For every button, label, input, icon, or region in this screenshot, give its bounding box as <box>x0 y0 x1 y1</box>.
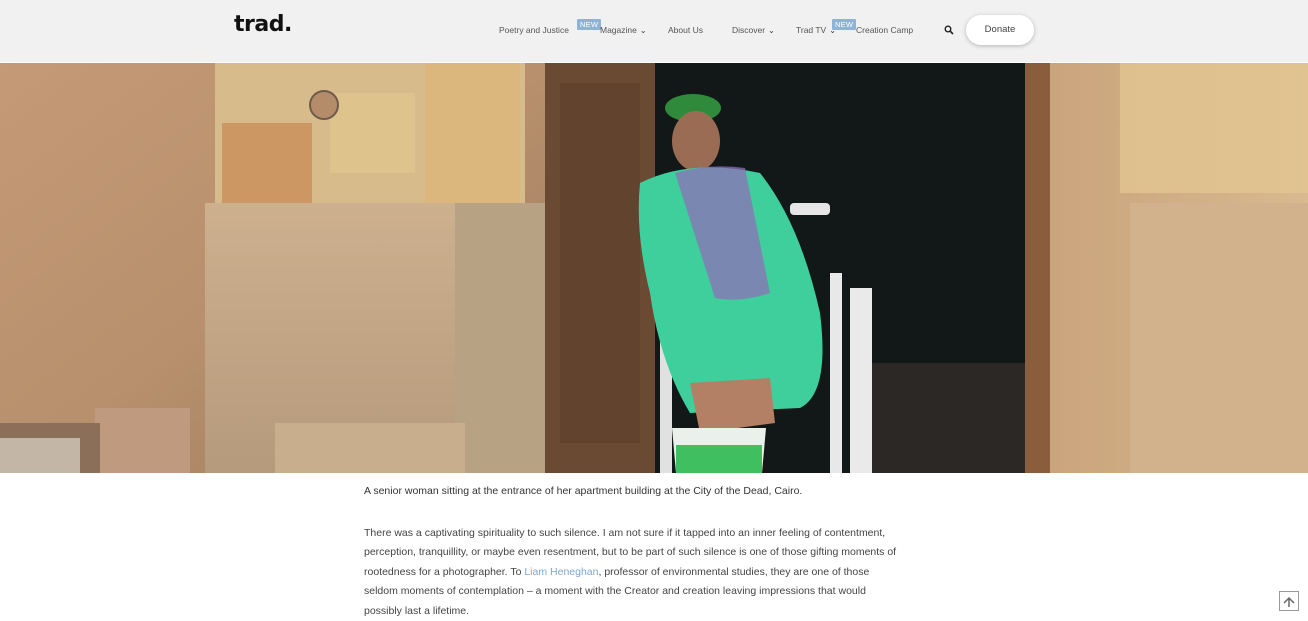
nav-trad-tv[interactable]: Trad TV ⌄ <box>796 25 836 35</box>
new-badge: NEW <box>832 19 857 30</box>
author-link[interactable]: Liam Heneghan <box>524 566 598 578</box>
site-logo[interactable]: trad. <box>234 12 292 37</box>
nav-magazine[interactable]: Magazine ⌄ <box>600 25 647 35</box>
image-caption: A senior woman sitting at the entrance o… <box>364 485 803 497</box>
site-header: trad. Poetry and Justice NEW Magazine ⌄ A… <box>0 0 1308 62</box>
nav-creation-camp[interactable]: Creation Camp <box>856 25 913 35</box>
nav-poetry-and-justice[interactable]: Poetry and Justice <box>499 25 569 35</box>
scroll-to-top-button[interactable] <box>1279 591 1299 611</box>
hero-photo <box>0 63 1308 473</box>
article-paragraph: There was a captivating spirituality to … <box>364 524 904 621</box>
arrow-up-icon <box>1283 596 1295 607</box>
nav-label: Trad TV <box>796 25 827 35</box>
chevron-down-icon: ⌄ <box>768 26 775 35</box>
hero-image <box>0 63 1308 473</box>
donate-button[interactable]: Donate <box>966 15 1034 45</box>
nav-label: Discover <box>732 25 766 35</box>
search-icon[interactable] <box>944 25 954 35</box>
nav-label: About Us <box>668 25 703 35</box>
new-badge: NEW <box>577 19 602 30</box>
chevron-down-icon: ⌄ <box>639 26 647 35</box>
nav-label: Creation Camp <box>856 25 914 35</box>
nav-discover[interactable]: Discover ⌄ <box>732 25 775 35</box>
nav-label: Poetry and Justice <box>499 25 569 35</box>
nav-label: Magazine <box>600 25 637 35</box>
nav-about-us[interactable]: About Us <box>668 25 703 35</box>
